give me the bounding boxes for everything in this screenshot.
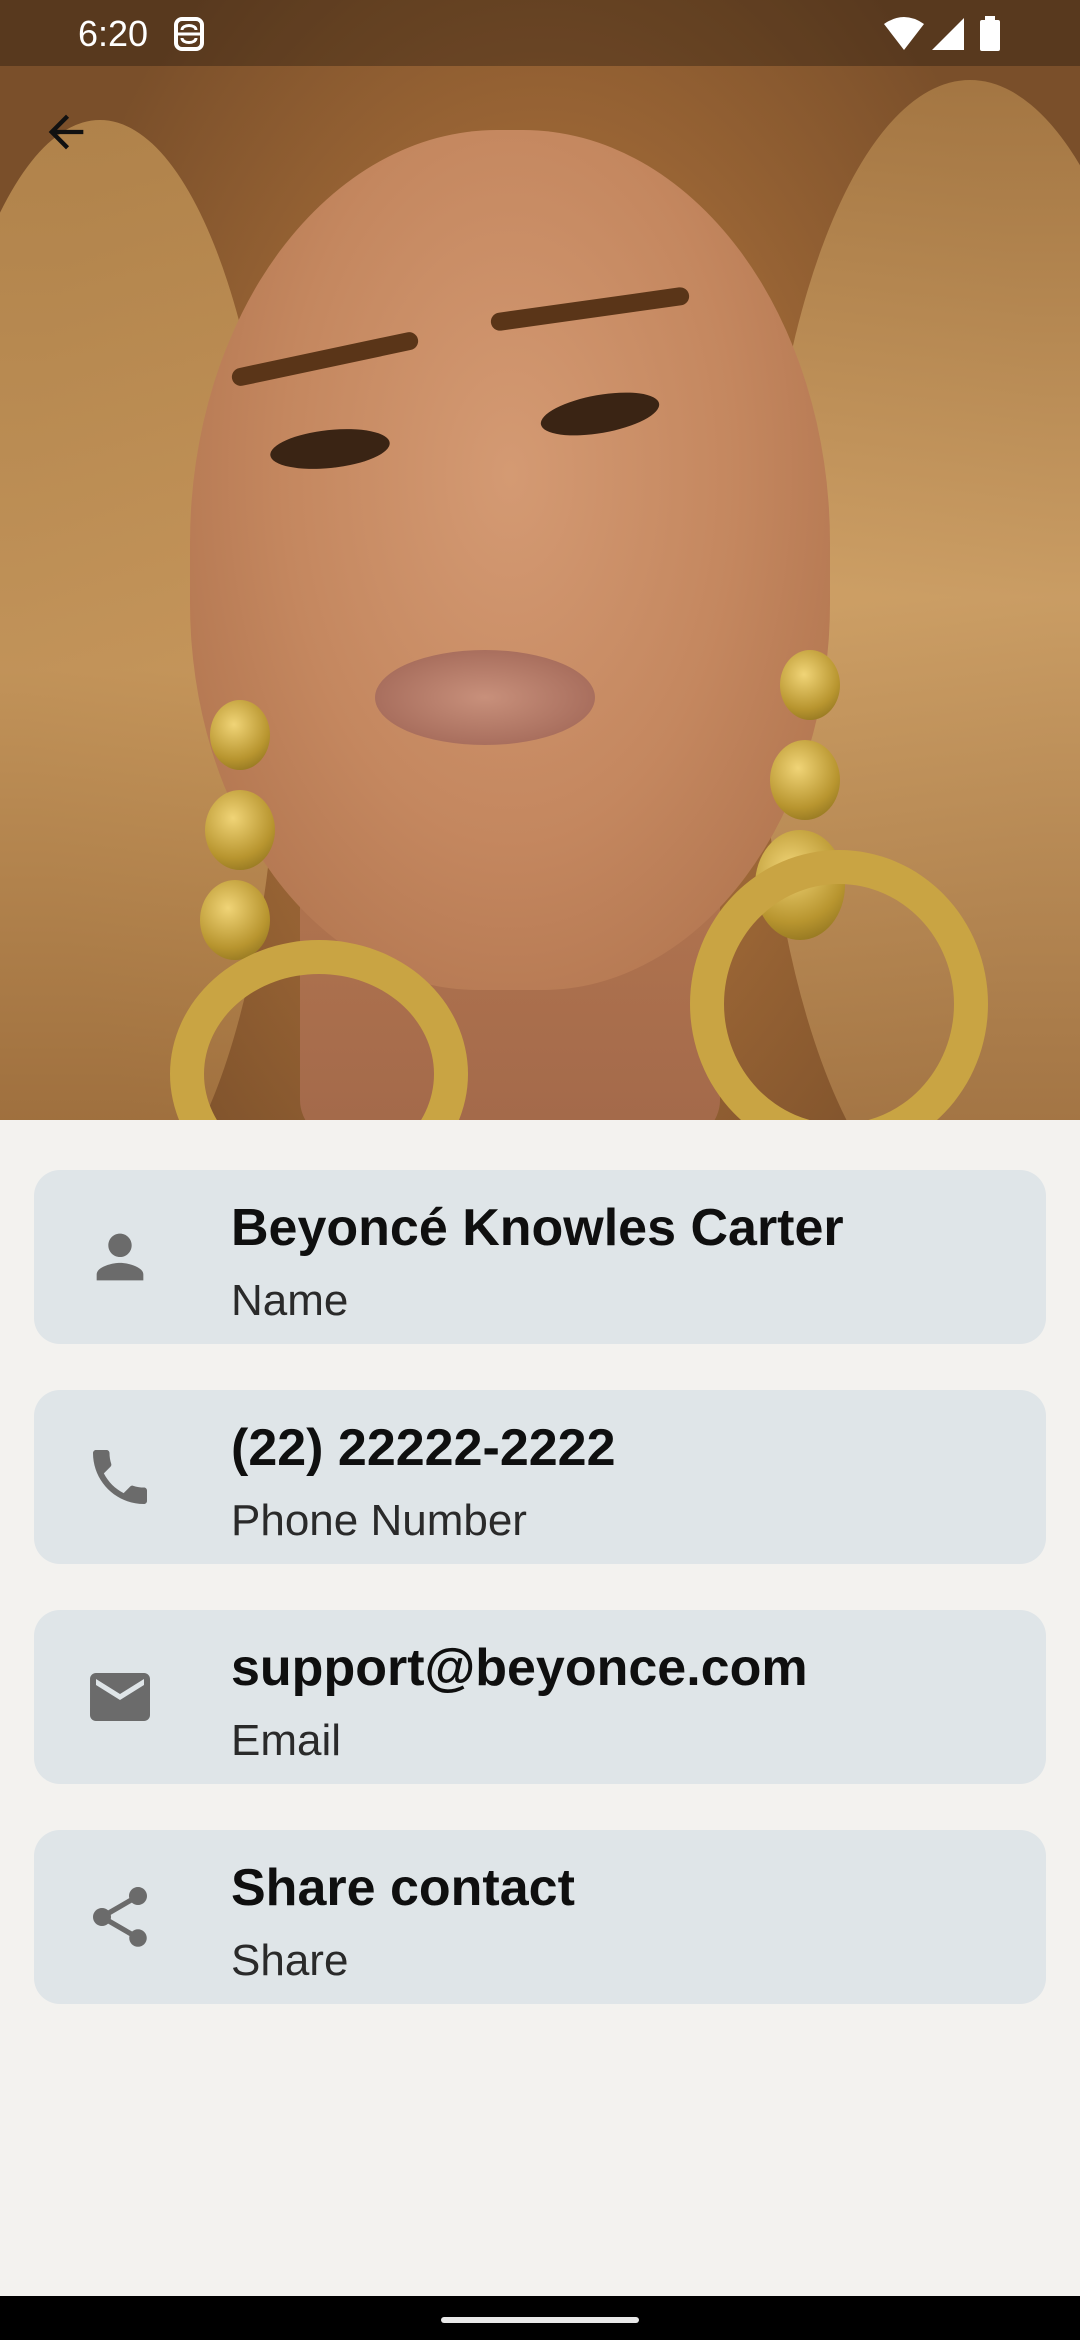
status-time: 6:20 [78, 13, 149, 54]
home-gesture-handle[interactable] [441, 2317, 639, 2323]
photo-lips [375, 650, 595, 745]
phone-icon [84, 1441, 156, 1513]
email-label: Email [231, 1716, 342, 1765]
mail-icon [84, 1661, 156, 1733]
share-card[interactable]: Share contact Share [34, 1830, 1046, 2004]
share-label: Share [231, 1936, 349, 1985]
status-bar: 6:20 [0, 0, 1080, 66]
share-title: Share contact [231, 1859, 575, 1917]
back-button[interactable] [30, 96, 102, 168]
name-card[interactable]: Beyoncé Knowles Carter Name [34, 1170, 1046, 1344]
contact-name: Beyoncé Knowles Carter [231, 1199, 844, 1257]
photo-face [190, 130, 830, 990]
phone-label: Phone Number [231, 1496, 527, 1545]
battery-icon [978, 16, 1002, 57]
wifi-icon [882, 16, 926, 57]
name-label: Name [231, 1276, 349, 1325]
phone-card[interactable]: (22) 22222-2222 Phone Number [34, 1390, 1046, 1564]
contact-phone: (22) 22222-2222 [231, 1419, 616, 1477]
signal-icon [930, 16, 966, 57]
contact-email: support@beyonce.com [231, 1639, 808, 1697]
photo-earring-right-1 [780, 650, 840, 720]
photo-earring-left-1 [210, 700, 270, 770]
photo-earring-left-3 [200, 880, 270, 960]
notification-icon [172, 16, 206, 57]
person-icon [84, 1221, 156, 1293]
photo-earring-left-2 [205, 790, 275, 870]
share-icon [84, 1881, 156, 1953]
contact-photo [0, 0, 1080, 1120]
photo-earring-right-2 [770, 740, 840, 820]
email-card[interactable]: support@beyonce.com Email [34, 1610, 1046, 1784]
arrow-back-icon [48, 114, 84, 150]
